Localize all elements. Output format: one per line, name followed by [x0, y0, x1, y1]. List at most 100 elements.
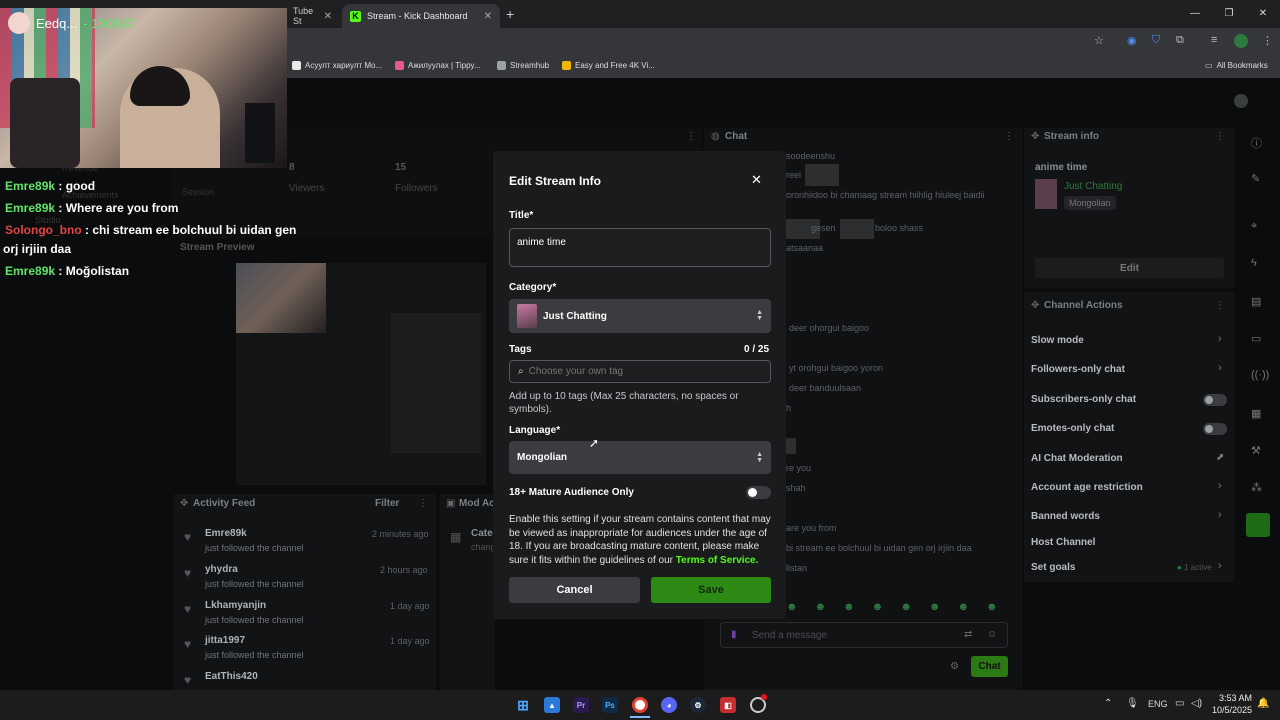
mature-toggle[interactable]	[746, 486, 771, 499]
subscribers-only-toggle[interactable]	[1203, 394, 1227, 406]
user-avatar[interactable]	[1234, 94, 1248, 108]
photoshop-icon[interactable]: Ps	[602, 697, 618, 713]
set-goals-item[interactable]: Set goals	[1031, 562, 1075, 573]
stream-info-edit-button[interactable]: Edit	[1035, 258, 1224, 278]
clock-date[interactable]: 10/5/2025	[1210, 705, 1252, 715]
extension-icon[interactable]: ◉	[1127, 34, 1137, 47]
emote-icon[interactable]: ☻	[786, 601, 798, 613]
drag-handle-icon[interactable]: ✥	[180, 498, 188, 509]
stats-menu-icon[interactable]: ⋮	[686, 131, 696, 142]
followers-only-item[interactable]: Followers-only chat	[1031, 364, 1125, 375]
active-rail-button[interactable]	[1246, 513, 1270, 537]
chevron-right-icon[interactable]: ›	[1218, 560, 1222, 572]
chevron-right-icon[interactable]: ›	[1218, 362, 1222, 374]
chrome-icon[interactable]	[632, 697, 648, 713]
emote-icon[interactable]: ☻	[900, 601, 912, 613]
network-icon[interactable]: ▭	[1175, 698, 1184, 709]
banned-words-item[interactable]: Banned words	[1031, 511, 1100, 522]
emote-icon[interactable]: ☻	[957, 601, 969, 613]
new-tab-button[interactable]: +	[506, 6, 514, 22]
document-icon[interactable]: ▤	[1251, 295, 1261, 308]
chat-icon[interactable]: ▭	[1251, 332, 1261, 345]
notification-bell-icon[interactable]: 🔔	[1257, 698, 1269, 709]
tab-youtube-studio[interactable]: Tube St ✕	[285, 4, 340, 28]
chevron-right-icon[interactable]: ›	[1218, 480, 1222, 492]
tab-kick-dashboard[interactable]: K Stream - Kick Dashboard ✕	[342, 4, 500, 28]
chat-menu-icon[interactable]: ⋮	[1004, 131, 1014, 142]
language-select[interactable]: Mongolian ▲ ▼	[509, 441, 771, 474]
emote-icon[interactable]: ☻	[815, 601, 827, 613]
extensions-puzzle-icon[interactable]: ⧉	[1176, 34, 1184, 47]
tags-input-field[interactable]	[528, 366, 749, 377]
bookmark-item[interactable]: Easy and Free 4K Vi...	[562, 61, 655, 70]
group-icon[interactable]: ⁂	[1251, 481, 1262, 494]
tray-chevron-up-icon[interactable]: ⌃	[1104, 698, 1112, 709]
feed-user[interactable]: jitta1997	[205, 635, 245, 646]
app-icon-red[interactable]: ◧	[720, 697, 736, 713]
steam-icon[interactable]: ⚙	[690, 697, 706, 713]
close-icon[interactable]: ✕	[324, 11, 332, 22]
volume-icon[interactable]: ◁)	[1191, 698, 1202, 709]
chart-icon[interactable]: ⬈	[1216, 452, 1224, 463]
translate-icon[interactable]: ⇄	[964, 629, 972, 640]
feed-user[interactable]: Emre89k	[205, 528, 247, 539]
layers-icon[interactable]: ▦	[1251, 407, 1261, 420]
bookmark-item[interactable]: Streamhub	[497, 61, 549, 70]
bookmark-item[interactable]: Асуулт хариулт Mo...	[292, 61, 382, 70]
stream-preview-video[interactable]	[236, 263, 486, 485]
info-icon[interactable]: ⓘ	[1251, 135, 1262, 151]
wrench-icon[interactable]: ⚒	[1251, 444, 1261, 457]
close-icon[interactable]: ✕	[484, 11, 492, 22]
microphone-icon[interactable]: 🎙	[1126, 698, 1139, 709]
emotes-only-item[interactable]: Emotes-only chat	[1031, 423, 1114, 434]
emote-icon[interactable]: ☻	[872, 601, 884, 613]
bookmark-item[interactable]: Ажилуулах | Tippy...	[395, 61, 481, 70]
save-button[interactable]: Save	[651, 577, 771, 603]
filter-button[interactable]: Filter	[375, 498, 399, 509]
stream-info-category[interactable]: Just Chatting	[1064, 181, 1122, 192]
windows-start-icon[interactable]: ⊞	[515, 697, 531, 713]
profile-avatar[interactable]	[1234, 34, 1248, 48]
terms-of-service-link[interactable]: Terms of Service.	[676, 555, 759, 566]
photos-app-icon[interactable]: ▲	[544, 697, 560, 713]
emote-icon[interactable]: ☻	[843, 601, 855, 613]
host-channel-item[interactable]: Host Channel	[1031, 537, 1095, 548]
edit-pencil-icon[interactable]: ✎	[1251, 172, 1260, 185]
account-age-item[interactable]: Account age restriction	[1031, 482, 1143, 493]
feed-user[interactable]: EatThis420	[205, 671, 258, 682]
minimize-button[interactable]: —	[1178, 0, 1212, 28]
emotes-only-toggle[interactable]	[1203, 423, 1227, 435]
close-window-button[interactable]: ✕	[1246, 0, 1280, 28]
drag-handle-icon[interactable]: ✥	[1031, 300, 1039, 311]
cancel-button[interactable]: Cancel	[509, 577, 640, 603]
close-icon[interactable]: ✕	[751, 172, 762, 188]
crosshair-icon[interactable]: ⌖	[1251, 220, 1257, 233]
stream-info-menu-icon[interactable]: ⋮	[1215, 131, 1225, 142]
bookmark-star-icon[interactable]: ☆	[1094, 34, 1104, 47]
emote-icon[interactable]: ☻	[986, 601, 998, 613]
language-indicator[interactable]: ENG	[1148, 699, 1168, 709]
subscribers-only-item[interactable]: Subscribers-only chat	[1031, 394, 1136, 405]
emote-icon[interactable]: ☻	[929, 601, 941, 613]
maximize-button[interactable]: ❐	[1212, 0, 1246, 28]
chat-settings-gear-icon[interactable]: ⚙	[950, 661, 959, 672]
activity-menu-icon[interactable]: ⋮	[418, 498, 428, 509]
channel-actions-menu-icon[interactable]: ⋮	[1215, 300, 1225, 311]
emoji-icon[interactable]: ☺	[987, 629, 997, 640]
chevron-right-icon[interactable]: ›	[1218, 333, 1222, 345]
feed-user[interactable]: Lkhamyanjin	[205, 600, 266, 611]
media-controls-icon[interactable]: ≡	[1211, 34, 1217, 46]
premiere-pro-icon[interactable]: Pr	[573, 697, 589, 713]
slow-mode-item[interactable]: Slow mode	[1031, 335, 1084, 346]
clock-time[interactable]: 3:53 AM	[1214, 693, 1252, 703]
feed-user[interactable]: yhydra	[205, 564, 238, 575]
title-input[interactable]: anime time	[509, 228, 771, 267]
lightning-icon[interactable]: ϟ	[1251, 257, 1257, 269]
chevron-right-icon[interactable]: ›	[1218, 509, 1222, 521]
shield-icon[interactable]: ⛉	[1152, 34, 1160, 47]
all-bookmarks-button[interactable]: ▭ All Bookmarks	[1205, 61, 1268, 70]
menu-kebab-icon[interactable]: ⋮	[1262, 34, 1273, 47]
ai-moderation-item[interactable]: AI Chat Moderation	[1031, 453, 1123, 464]
discord-icon[interactable]: ◕	[661, 697, 677, 713]
tags-input[interactable]: ⌕	[509, 360, 771, 383]
